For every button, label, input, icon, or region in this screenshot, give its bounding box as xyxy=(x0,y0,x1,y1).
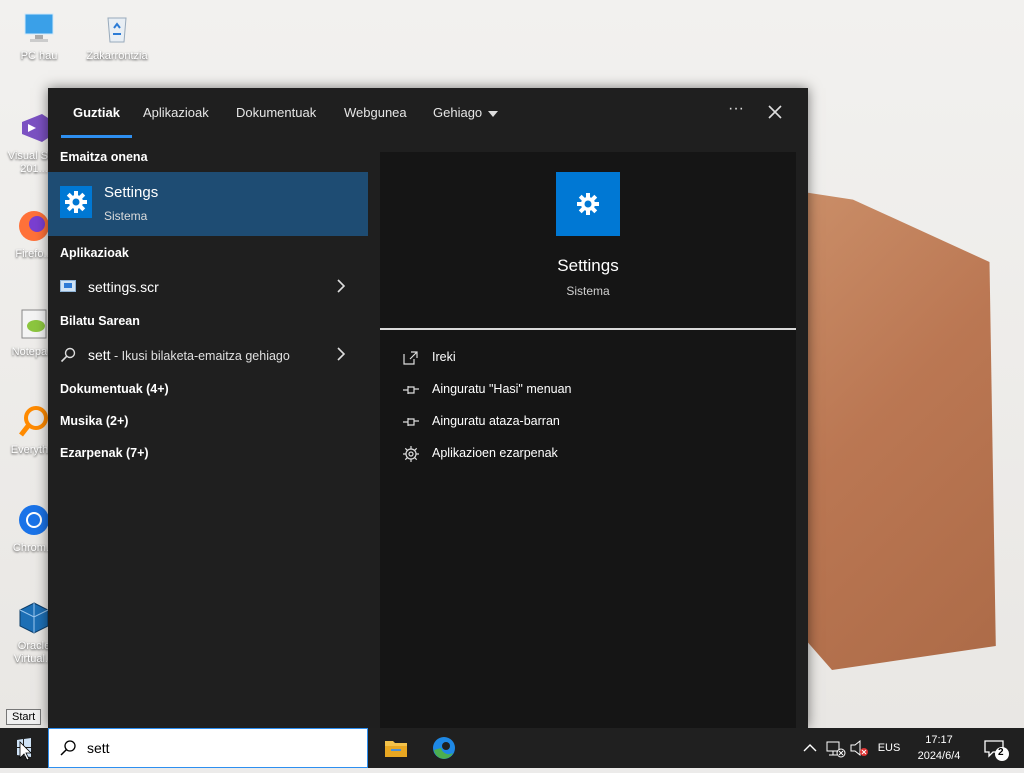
taskbar-edge[interactable] xyxy=(420,728,468,768)
screensaver-file-icon xyxy=(60,280,76,292)
web-search-text: sett - Ikusi bilaketa-emaitza gehiago xyxy=(88,347,290,363)
taskbar: EUS 17:17 2024/6/4 2 xyxy=(0,728,1024,768)
category-settings[interactable]: Ezarpenak (7+) xyxy=(60,446,149,460)
desktop-icon-this-pc[interactable]: PC hau xyxy=(3,10,75,63)
notepad-plus-icon xyxy=(16,306,52,342)
folder-icon xyxy=(385,741,407,757)
caret-down-icon xyxy=(488,110,499,117)
search-input[interactable] xyxy=(87,737,347,759)
action-pin-to-taskbar[interactable]: Ainguratu ataza-barran xyxy=(400,409,780,435)
chevron-right-icon[interactable] xyxy=(336,278,346,294)
notification-center-button[interactable]: 2 xyxy=(978,728,1018,768)
chevron-right-icon[interactable] xyxy=(336,346,346,362)
tab-all[interactable]: Guztiak xyxy=(61,88,132,138)
firefox-icon xyxy=(16,208,52,244)
taskbar-search-box[interactable] xyxy=(48,728,368,768)
app-result-label: settings.scr xyxy=(88,279,159,295)
search-icon xyxy=(60,347,76,363)
web-search-suffix: - Ikusi bilaketa-emaitza gehiago xyxy=(110,349,290,363)
action-label: Ireki xyxy=(432,350,456,364)
search-icon xyxy=(60,740,76,756)
action-label: Ainguratu "Hasi" menuan xyxy=(432,382,572,396)
virtualbox-icon xyxy=(16,600,52,636)
best-match-subtitle: Sistema xyxy=(104,209,148,223)
tab-more[interactable]: Gehiago xyxy=(433,88,499,138)
preview-subtitle: Sistema xyxy=(566,284,610,298)
best-match-heading: Emaitza onena xyxy=(60,150,148,164)
clock[interactable]: 17:17 2024/6/4 xyxy=(906,732,972,764)
windows-logo-icon xyxy=(17,738,32,761)
preview-title: Settings xyxy=(557,256,619,275)
pin-icon xyxy=(403,386,419,394)
desktop-icon-label: Zakarrontzia xyxy=(86,50,148,62)
recycle-bin-icon xyxy=(99,10,135,46)
web-search-heading: Bilatu Sarean xyxy=(60,314,140,328)
edge-icon xyxy=(433,737,455,759)
desktop-icon-recycle-bin[interactable]: Zakarrontzia xyxy=(81,10,153,63)
pin-icon xyxy=(403,418,419,426)
close-icon xyxy=(768,105,782,119)
tab-documents[interactable]: Dokumentuak xyxy=(236,88,316,138)
tab-more-label: Gehiago xyxy=(433,105,483,120)
computer-icon xyxy=(21,10,57,46)
preview-pane: Settings Sistema Ireki Ainguratu "Hasi" … xyxy=(380,152,796,728)
action-open[interactable]: Ireki xyxy=(400,345,780,371)
category-music[interactable]: Musika (2+) xyxy=(60,414,128,428)
settings-gear-icon xyxy=(556,172,620,236)
chevron-up-icon xyxy=(803,744,817,752)
action-pin-to-start[interactable]: Ainguratu "Hasi" menuan xyxy=(400,377,780,403)
open-icon xyxy=(403,351,418,365)
action-label: Ainguratu ataza-barran xyxy=(432,414,560,428)
more-options-button[interactable]: ··· xyxy=(724,100,748,124)
category-documents[interactable]: Dokumentuak (4+) xyxy=(60,382,169,396)
clock-date: 2024/6/4 xyxy=(917,750,961,762)
volume-muted-icon xyxy=(850,739,868,757)
best-match-title: Settings xyxy=(104,184,159,201)
app-result-settings-scr[interactable]: settings.scr xyxy=(48,272,368,302)
network-status[interactable] xyxy=(824,728,846,768)
desktop-icon-label: PC hau xyxy=(20,50,58,62)
volume-control[interactable] xyxy=(848,728,870,768)
preview-divider xyxy=(380,328,796,330)
taskbar-file-explorer[interactable] xyxy=(372,728,420,768)
chrome-icon xyxy=(16,502,52,538)
wallpaper-brick-image xyxy=(790,190,996,670)
action-app-settings[interactable]: Aplikazioen ezarpenak xyxy=(400,441,780,467)
input-language[interactable]: EUS xyxy=(874,728,904,768)
start-button[interactable] xyxy=(0,728,48,768)
search-flyout: Guztiak Aplikazioak Dokumentuak Webgunea… xyxy=(48,88,808,728)
apps-heading: Aplikazioak xyxy=(60,246,129,260)
everything-search-icon xyxy=(16,404,52,440)
close-button[interactable] xyxy=(763,100,787,124)
notification-count: 2 xyxy=(998,747,1004,758)
show-hidden-icons-button[interactable] xyxy=(800,728,820,768)
settings-gear-icon xyxy=(60,186,92,218)
network-disconnected-icon xyxy=(826,741,846,758)
tab-apps[interactable]: Aplikazioak xyxy=(143,88,209,138)
gear-icon xyxy=(403,446,419,462)
search-tabs: Guztiak Aplikazioak Dokumentuak Webgunea… xyxy=(48,88,808,138)
clock-time: 17:17 xyxy=(925,734,953,746)
tab-web[interactable]: Webgunea xyxy=(344,88,407,138)
action-label: Aplikazioen ezarpenak xyxy=(432,446,558,460)
start-tooltip: Start xyxy=(6,709,42,725)
best-match-result[interactable]: Settings Sistema xyxy=(48,172,368,236)
results-pane: Emaitza onena Settings Sistema Aplikazio… xyxy=(48,138,380,728)
visual-studio-icon xyxy=(16,110,52,146)
web-search-query: sett xyxy=(88,347,111,363)
web-search-result[interactable]: sett - Ikusi bilaketa-emaitza gehiago xyxy=(48,340,368,370)
